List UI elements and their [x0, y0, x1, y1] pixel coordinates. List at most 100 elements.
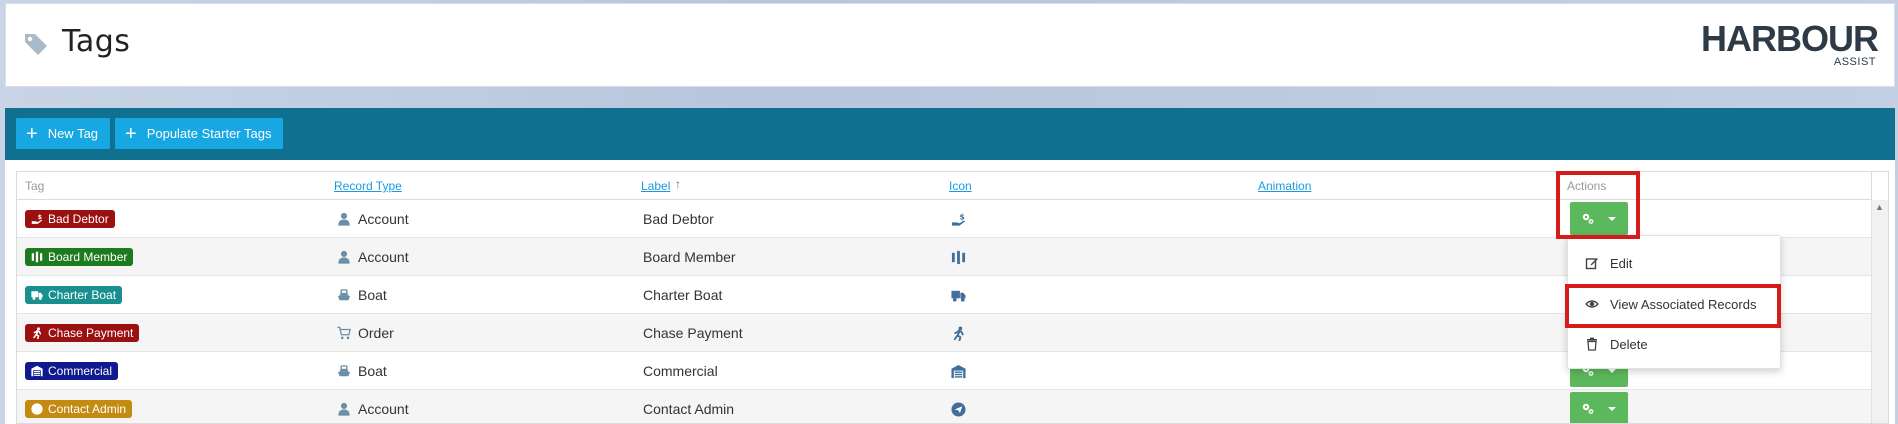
edit-icon	[1585, 256, 1599, 270]
tag-badge-label: Bad Debtor	[48, 212, 109, 226]
users-icon	[30, 251, 43, 264]
tag-badge: Charter Boat	[25, 286, 123, 304]
truck-icon	[951, 276, 966, 314]
record-type-cell: Order	[336, 314, 394, 352]
label-cell: Chase Payment	[643, 325, 743, 341]
user-icon	[336, 249, 352, 265]
tag-badge-label: Commercial	[48, 364, 113, 378]
table-scrollbar[interactable]: ▲	[1871, 200, 1888, 423]
ship-icon	[336, 287, 352, 303]
svg-text:$: $	[37, 214, 41, 221]
record-type-label: Boat	[358, 287, 387, 303]
running-icon	[30, 327, 43, 340]
record-type-cell: Boat	[336, 352, 387, 390]
table-row: $ Bad Debtor Account Bad Debtor $	[17, 200, 1872, 238]
user-icon	[336, 211, 352, 227]
header-scroll-gap	[1871, 172, 1888, 200]
tag-badge-label: Contact Admin	[48, 402, 127, 416]
caret-down-icon	[1608, 406, 1616, 411]
scroll-up-arrow-icon[interactable]: ▲	[1875, 202, 1884, 212]
tag-cell: $ Bad Debtor	[25, 200, 115, 238]
sort-asc-icon: ↑	[675, 177, 681, 191]
actions-dropdown-menu: Edit View Associated Records Delete	[1567, 235, 1781, 369]
record-type-label: Account	[358, 249, 409, 265]
column-header-actions: Actions	[1567, 179, 1607, 193]
hand-holding-dollar-icon: $	[30, 213, 43, 226]
label-cell: Charter Boat	[643, 287, 723, 303]
populate-starter-tags-label: Populate Starter Tags	[146, 126, 272, 141]
menu-divider	[1568, 326, 1780, 327]
user-icon	[336, 401, 352, 417]
page-header: Tags HARBOUR ASSIST	[5, 3, 1895, 87]
plus-icon: +	[26, 122, 38, 145]
tag-badge: Chase Payment	[25, 324, 140, 342]
record-type-label: Boat	[358, 363, 387, 379]
tag-icon	[25, 34, 47, 55]
logo-sub-text: ASSIST	[1833, 56, 1876, 68]
tag-cell: Chase Payment	[25, 314, 140, 352]
running-icon	[951, 314, 966, 352]
cogs-icon	[1582, 213, 1594, 224]
menu-item-edit[interactable]: Edit	[1568, 248, 1780, 278]
logo-main-text: HARBOUR	[1701, 18, 1879, 59]
tag-cell: Board Member	[25, 238, 134, 276]
page-title: Tags	[62, 24, 131, 59]
new-tag-label: New Tag	[47, 126, 99, 141]
tag-badge-label: Charter Boat	[48, 288, 117, 302]
row-actions-button[interactable]	[1570, 202, 1628, 235]
column-header-tag: Tag	[25, 179, 45, 193]
record-type-label: Order	[358, 325, 394, 341]
tag-cell: Commercial	[25, 352, 119, 390]
caret-down-icon	[1608, 216, 1616, 221]
new-tag-button[interactable]: + New Tag	[16, 118, 111, 149]
column-header-record-type[interactable]: Record Type	[334, 179, 402, 193]
svg-text:$: $	[959, 212, 964, 221]
tag-badge-label: Board Member	[48, 250, 128, 264]
column-header-icon[interactable]: Icon	[949, 179, 972, 193]
tag-badge: Commercial	[25, 362, 119, 380]
paper-plane-icon	[951, 390, 966, 423]
record-type-cell: Boat	[336, 276, 387, 314]
column-header-animation[interactable]: Animation	[1258, 179, 1311, 193]
tag-cell: Charter Boat	[25, 276, 123, 314]
record-type-cell: Account	[336, 390, 409, 423]
eye-icon	[1585, 297, 1599, 311]
cogs-icon	[1582, 403, 1594, 414]
record-type-label: Account	[358, 211, 409, 227]
tag-badge: $ Bad Debtor	[25, 210, 115, 228]
record-type-cell: Account	[336, 238, 409, 276]
tag-badge: Board Member	[25, 248, 134, 266]
ship-icon	[336, 363, 352, 379]
warehouse-icon	[30, 365, 43, 378]
toolbar: + New Tag + Populate Starter Tags	[5, 108, 1895, 160]
populate-starter-tags-button[interactable]: + Populate Starter Tags	[115, 118, 284, 149]
menu-item-view-associated-records[interactable]: View Associated Records	[1568, 289, 1780, 319]
menu-item-edit-label: Edit	[1610, 255, 1633, 271]
users-icon	[951, 238, 966, 276]
menu-divider	[1568, 286, 1780, 287]
column-header-label[interactable]: Label	[641, 179, 670, 193]
truck-icon	[30, 289, 43, 302]
label-cell: Commercial	[643, 363, 718, 379]
warehouse-icon	[951, 352, 966, 390]
menu-item-view-associated-records-label: View Associated Records	[1610, 296, 1757, 312]
hand-holding-dollar-icon: $	[951, 200, 966, 238]
tag-badge: Contact Admin	[25, 400, 133, 418]
table-header: Tag Record Type Label ↑ Icon Animation A…	[17, 172, 1872, 200]
record-type-label: Account	[358, 401, 409, 417]
table-row: Contact Admin Account Contact Admin	[17, 390, 1872, 423]
label-cell: Bad Debtor	[643, 211, 714, 227]
label-cell: Board Member	[643, 249, 736, 265]
tag-badge-label: Chase Payment	[48, 326, 134, 340]
menu-item-delete[interactable]: Delete	[1568, 329, 1780, 359]
paper-plane-icon	[30, 403, 43, 416]
tag-cell: Contact Admin	[25, 390, 133, 423]
record-type-cell: Account	[336, 200, 409, 238]
label-cell: Contact Admin	[643, 401, 735, 417]
menu-item-delete-label: Delete	[1610, 336, 1648, 352]
plus-icon: +	[125, 122, 137, 145]
harbour-assist-logo: HARBOUR ASSIST	[1701, 18, 1879, 70]
row-actions-button[interactable]	[1570, 392, 1628, 423]
trash-icon	[1585, 337, 1599, 351]
cart-icon	[336, 325, 352, 341]
